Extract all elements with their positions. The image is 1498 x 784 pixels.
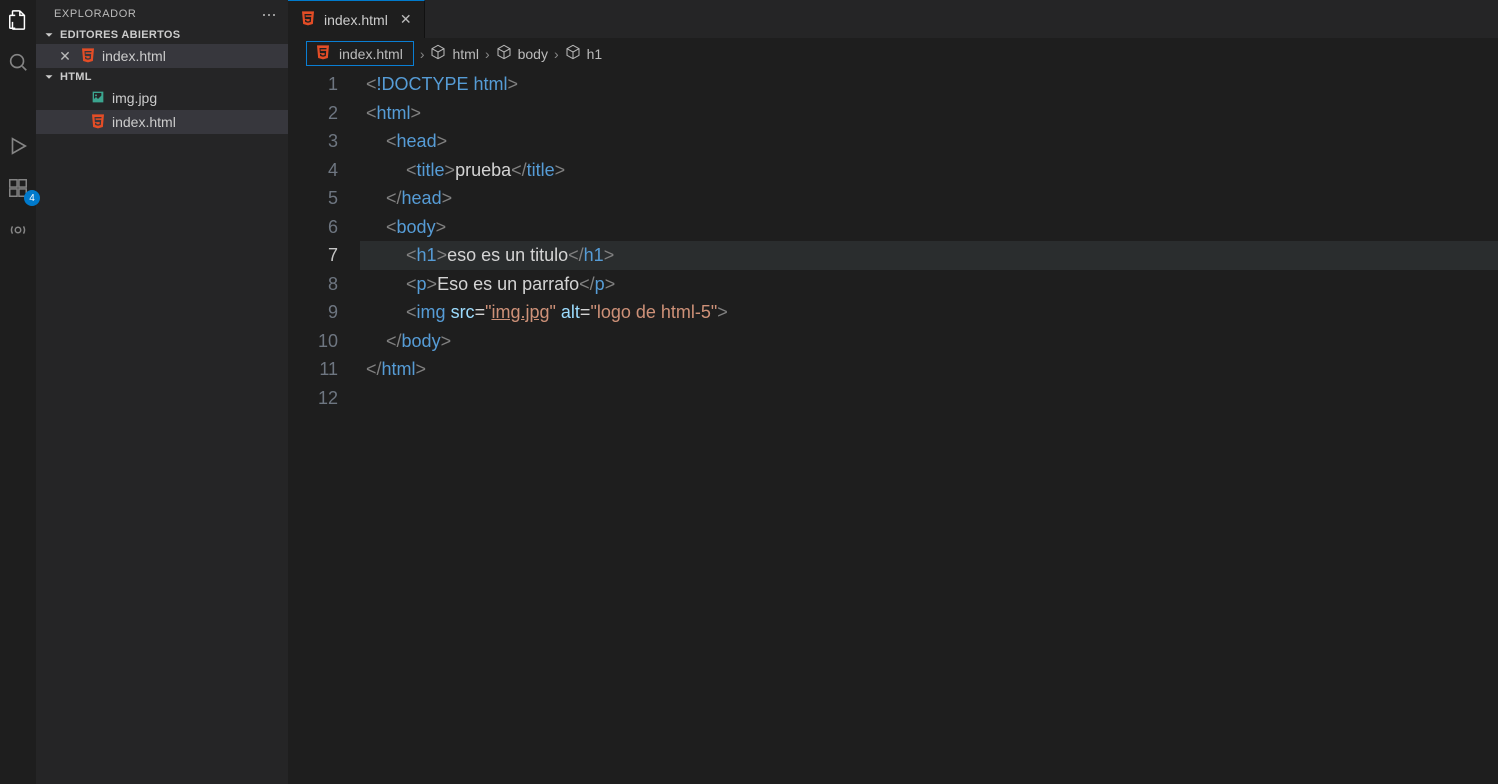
code-line[interactable]: <title>prueba</title> — [360, 156, 1498, 185]
html5-icon — [80, 47, 96, 66]
cube-icon — [496, 44, 512, 63]
line-number: 8 — [288, 270, 338, 299]
code-line[interactable]: <head> — [360, 127, 1498, 156]
line-number: 6 — [288, 213, 338, 242]
breadcrumb-item[interactable]: html — [430, 44, 478, 63]
line-number: 3 — [288, 127, 338, 156]
close-icon[interactable]: ✕ — [56, 47, 74, 65]
html5-icon — [315, 44, 331, 63]
live-icon[interactable] — [6, 218, 30, 242]
code-line[interactable]: <p>Eso es un parrafo</p> — [360, 270, 1498, 299]
file-name: img.jpg — [112, 90, 157, 106]
more-icon[interactable]: ··· — [261, 9, 276, 19]
html5-icon — [90, 113, 106, 132]
file-name: index.html — [112, 114, 176, 130]
run-icon[interactable] — [6, 134, 30, 158]
open-editors-title: EDITORES ABIERTOS — [60, 29, 180, 41]
image-icon — [90, 89, 106, 108]
file-item[interactable]: img.jpg — [36, 86, 288, 110]
code-line[interactable]: <img src="img.jpg" alt="logo de html-5"> — [360, 298, 1498, 327]
cube-icon — [565, 44, 581, 63]
code-line[interactable]: <html> — [360, 99, 1498, 128]
extensions-icon[interactable]: 4 — [6, 176, 30, 200]
breadcrumbs[interactable]: index.html › html › body › h1 — [288, 38, 1498, 68]
chevron-right-icon: › — [420, 46, 425, 62]
breadcrumb-label: body — [518, 46, 548, 62]
chevron-right-icon: › — [485, 46, 490, 62]
explorer-panel: EXPLORADOR ··· EDITORES ABIERTOS ✕ index… — [36, 0, 288, 784]
file-item[interactable]: index.html — [36, 110, 288, 134]
tab-index-html[interactable]: index.html ✕ — [288, 0, 425, 38]
breadcrumb-label: html — [452, 46, 478, 62]
code-line[interactable]: <!DOCTYPE html> — [360, 70, 1498, 99]
file-name: index.html — [102, 48, 166, 64]
line-number-gutter: 123456789101112 — [288, 70, 360, 784]
code-line[interactable]: <h1>eso es un titulo</h1> — [360, 241, 1498, 270]
code-line[interactable]: </body> — [360, 327, 1498, 356]
line-number: 2 — [288, 99, 338, 128]
breadcrumb-label: index.html — [339, 46, 403, 62]
line-number: 11 — [288, 355, 338, 384]
close-icon[interactable]: ✕ — [396, 11, 412, 28]
line-number: 10 — [288, 327, 338, 356]
open-editors-header[interactable]: EDITORES ABIERTOS — [36, 26, 288, 44]
source-control-icon[interactable] — [6, 92, 30, 116]
line-number: 12 — [288, 384, 338, 413]
explorer-header: EXPLORADOR ··· — [36, 0, 288, 26]
line-number: 4 — [288, 156, 338, 185]
breadcrumb-item[interactable]: body — [496, 44, 548, 63]
code-line[interactable]: </html> — [360, 355, 1498, 384]
line-number: 7 — [288, 241, 338, 270]
code-line[interactable]: </head> — [360, 184, 1498, 213]
tab-label: index.html — [324, 12, 388, 28]
folder-title: HTML — [60, 71, 92, 83]
cube-icon — [430, 44, 446, 63]
html5-icon — [300, 10, 316, 29]
breadcrumb-item[interactable]: h1 — [565, 44, 603, 63]
code-editor[interactable]: 123456789101112 <!DOCTYPE html><html> <h… — [288, 68, 1498, 784]
explorer-icon[interactable] — [6, 8, 30, 32]
editor-area: index.html ✕ index.html › html › body › … — [288, 0, 1498, 784]
code-line[interactable]: <body> — [360, 213, 1498, 242]
chevron-down-icon — [42, 70, 56, 84]
code-line[interactable] — [360, 384, 1498, 413]
search-icon[interactable] — [6, 50, 30, 74]
chevron-down-icon — [42, 28, 56, 42]
line-number: 1 — [288, 70, 338, 99]
line-number: 9 — [288, 298, 338, 327]
code-content[interactable]: <!DOCTYPE html><html> <head> <title>prue… — [360, 70, 1498, 784]
extensions-badge: 4 — [24, 190, 40, 206]
breadcrumb-label: h1 — [587, 46, 603, 62]
tab-bar: index.html ✕ — [288, 0, 1498, 38]
folder-header[interactable]: HTML — [36, 68, 288, 86]
chevron-right-icon: › — [554, 46, 559, 62]
breadcrumb-item[interactable]: index.html — [306, 41, 414, 66]
activity-bar: 4 — [0, 0, 36, 784]
open-editor-item[interactable]: ✕ index.html — [36, 44, 288, 68]
explorer-title: EXPLORADOR — [54, 8, 136, 20]
line-number: 5 — [288, 184, 338, 213]
